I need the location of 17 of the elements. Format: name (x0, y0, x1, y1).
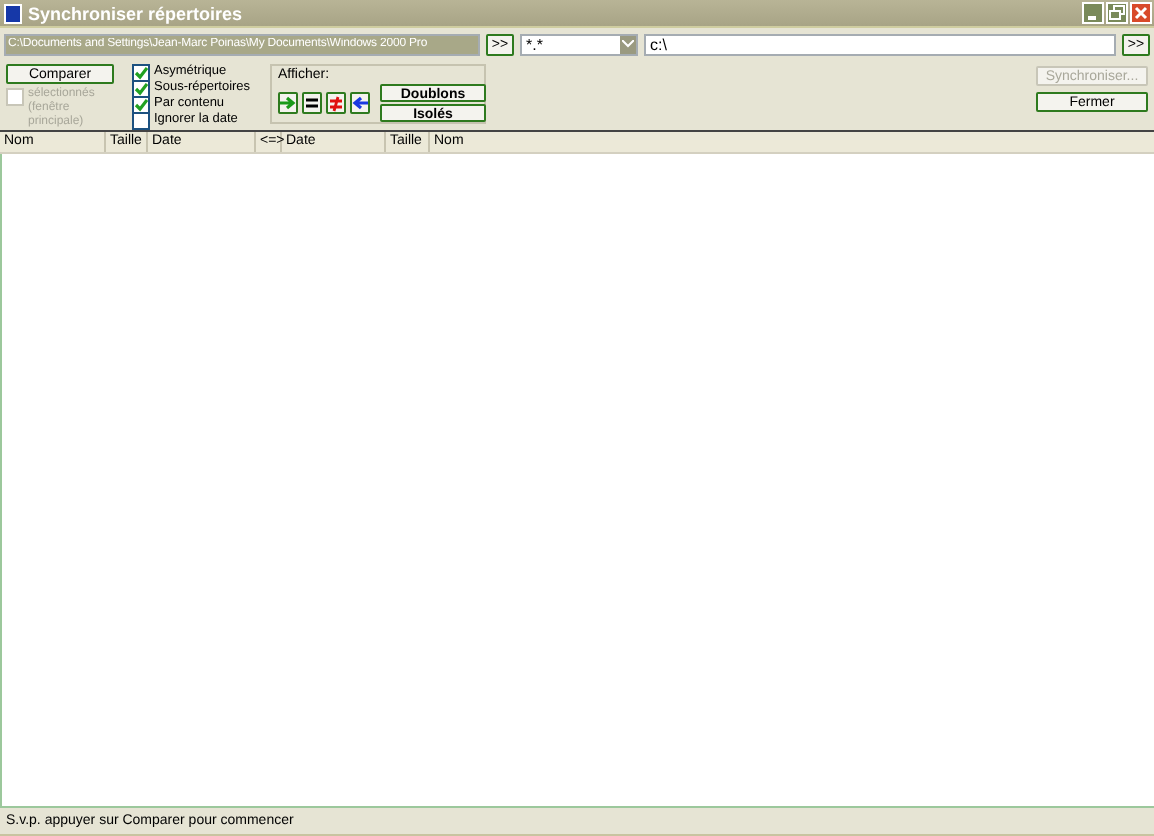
filter-toggle-button[interactable] (350, 92, 370, 114)
checkbox[interactable] (132, 112, 150, 130)
path-field[interactable]: c:\ (644, 33, 1116, 55)
arrow-right-icon (280, 96, 296, 110)
not-equal-icon (328, 95, 344, 111)
equals-icon (304, 96, 320, 110)
filter-toggle-button[interactable] (278, 92, 298, 114)
window-title: Synchroniser répertoires (28, 3, 245, 23)
minimize-button[interactable] (1082, 2, 1104, 24)
filter-toggle-button[interactable] (302, 92, 322, 114)
arrow-left-icon (352, 96, 368, 110)
close-icon (1132, 4, 1150, 22)
restore-icon (1108, 4, 1126, 22)
close-button[interactable] (1130, 2, 1152, 24)
filter-toggle-button[interactable] (326, 92, 346, 114)
window-icon (4, 3, 22, 23)
restore-button[interactable] (1106, 2, 1128, 24)
